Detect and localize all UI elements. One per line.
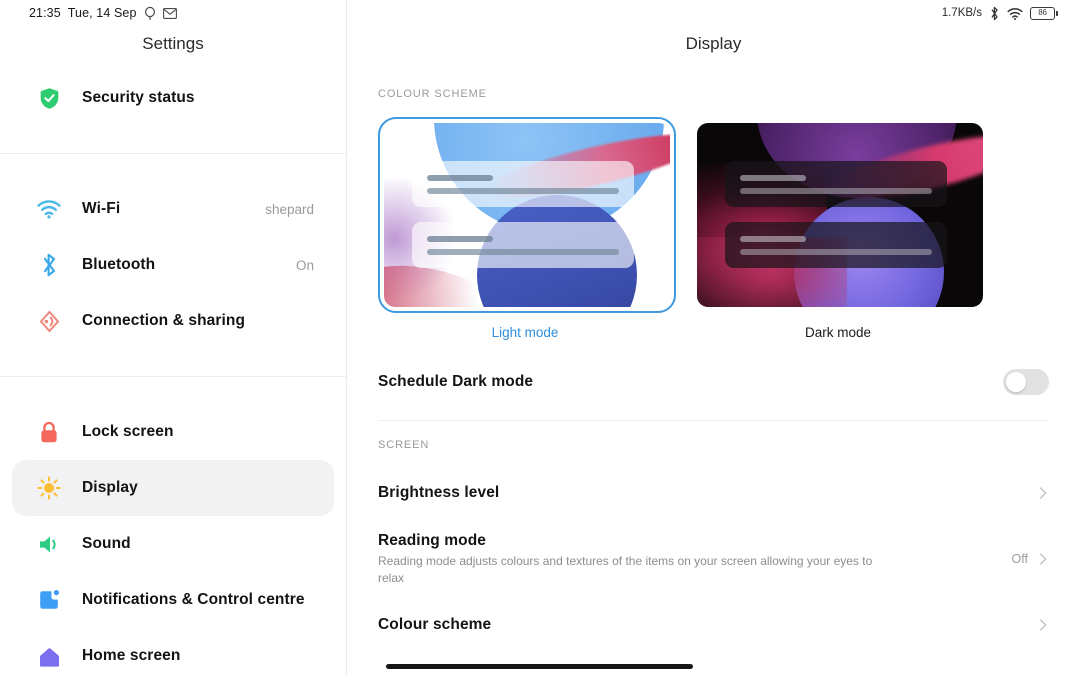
chevron-right-icon	[1039, 487, 1047, 499]
sidebar-item-label: Home screen	[82, 647, 181, 664]
sidebar-group-security: Security status	[0, 70, 346, 126]
sidebar-item-label: Lock screen	[82, 423, 174, 440]
brightness-level-row[interactable]: Brightness level	[378, 465, 1049, 521]
row-title: Reading mode	[378, 532, 486, 549]
theme-option-dark[interactable]: Dark mode	[691, 117, 985, 340]
sidebar-group-device: Lock screen Display Sound Notifications …	[0, 404, 346, 675]
sidebar-item-sound[interactable]: Sound	[12, 516, 334, 572]
sidebar-item-label: Bluetooth	[82, 256, 156, 273]
sidebar-item-label: Security status	[82, 89, 195, 106]
sidebar-item-label: Display	[82, 479, 138, 496]
schedule-dark-mode-toggle[interactable]	[1003, 369, 1049, 395]
colour-scheme-row[interactable]: Colour scheme	[378, 597, 1049, 653]
sidebar-item-label: Sound	[82, 535, 131, 552]
sidebar-item-notifications[interactable]: Notifications & Control centre	[12, 572, 334, 628]
sidebar-item-label: Connection & sharing	[82, 312, 246, 329]
display-settings-panel: Display COLOUR SCHEME Light mode Dark mo…	[347, 0, 1080, 675]
schedule-dark-mode-row[interactable]: Schedule Dark mode	[378, 354, 1049, 410]
notifications-icon	[35, 586, 63, 614]
speaker-icon	[35, 530, 63, 558]
dark-mode-preview	[697, 123, 983, 307]
connection-sharing-icon	[35, 307, 63, 335]
theme-option-light[interactable]: Light mode	[378, 117, 676, 340]
theme-label: Light mode	[491, 325, 559, 340]
sidebar-group-connectivity: Wi-Fi shepard Bluetooth On Connection & …	[0, 181, 346, 349]
sidebar-item-display[interactable]: Display	[12, 460, 334, 516]
colour-scheme-section-header: COLOUR SCHEME	[378, 88, 487, 100]
bluetooth-icon	[35, 251, 63, 279]
settings-sidebar: Settings Security status Wi-Fi shepard B…	[0, 0, 347, 675]
sidebar-item-value: shepard	[265, 201, 314, 217]
theme-chooser: Light mode Dark mode	[378, 114, 1049, 340]
sidebar-item-connection-sharing[interactable]: Connection & sharing	[12, 293, 334, 349]
row-title: Schedule Dark mode	[378, 373, 534, 390]
theme-label: Dark mode	[804, 325, 872, 340]
chevron-right-icon	[1039, 619, 1047, 631]
row-value: Off	[1011, 552, 1028, 567]
sidebar-item-wifi[interactable]: Wi-Fi shepard	[12, 181, 334, 237]
sidebar-item-label: Wi-Fi	[82, 200, 121, 217]
row-title: Colour scheme	[378, 616, 492, 634]
page-title: Display	[685, 34, 742, 53]
sidebar-item-bluetooth[interactable]: Bluetooth On	[12, 237, 334, 293]
row-title: Brightness level	[378, 484, 500, 501]
sidebar-item-value: On	[295, 257, 314, 273]
screen-section-header: SCREEN	[378, 439, 430, 451]
sidebar-item-security-status[interactable]: Security status	[12, 70, 334, 126]
reading-mode-row[interactable]: Reading mode Reading mode adjusts colour…	[378, 521, 1049, 597]
sidebar-item-lock-screen[interactable]: Lock screen	[12, 404, 334, 460]
light-mode-preview	[384, 123, 670, 307]
sidebar-title: Settings	[142, 34, 204, 53]
lock-icon	[35, 418, 63, 446]
home-icon	[35, 642, 63, 670]
display-settings-body: COLOUR SCHEME Light mode Dark mode Sched…	[347, 70, 1080, 653]
settings-screen: 21:35 Tue, 14 Sep 1.7KB/s 86 Settings Se…	[0, 0, 1080, 675]
brightness-sun-icon	[35, 474, 63, 502]
gesture-navigation-bar[interactable]	[386, 664, 693, 669]
sidebar-item-home-screen[interactable]: Home screen	[12, 628, 334, 675]
shield-check-icon	[35, 84, 63, 112]
sidebar-item-label: Notifications & Control centre	[82, 591, 305, 608]
row-description: Reading mode adjusts colours and texture…	[378, 554, 873, 585]
wifi-icon	[35, 195, 63, 223]
chevron-right-icon	[1039, 553, 1047, 565]
